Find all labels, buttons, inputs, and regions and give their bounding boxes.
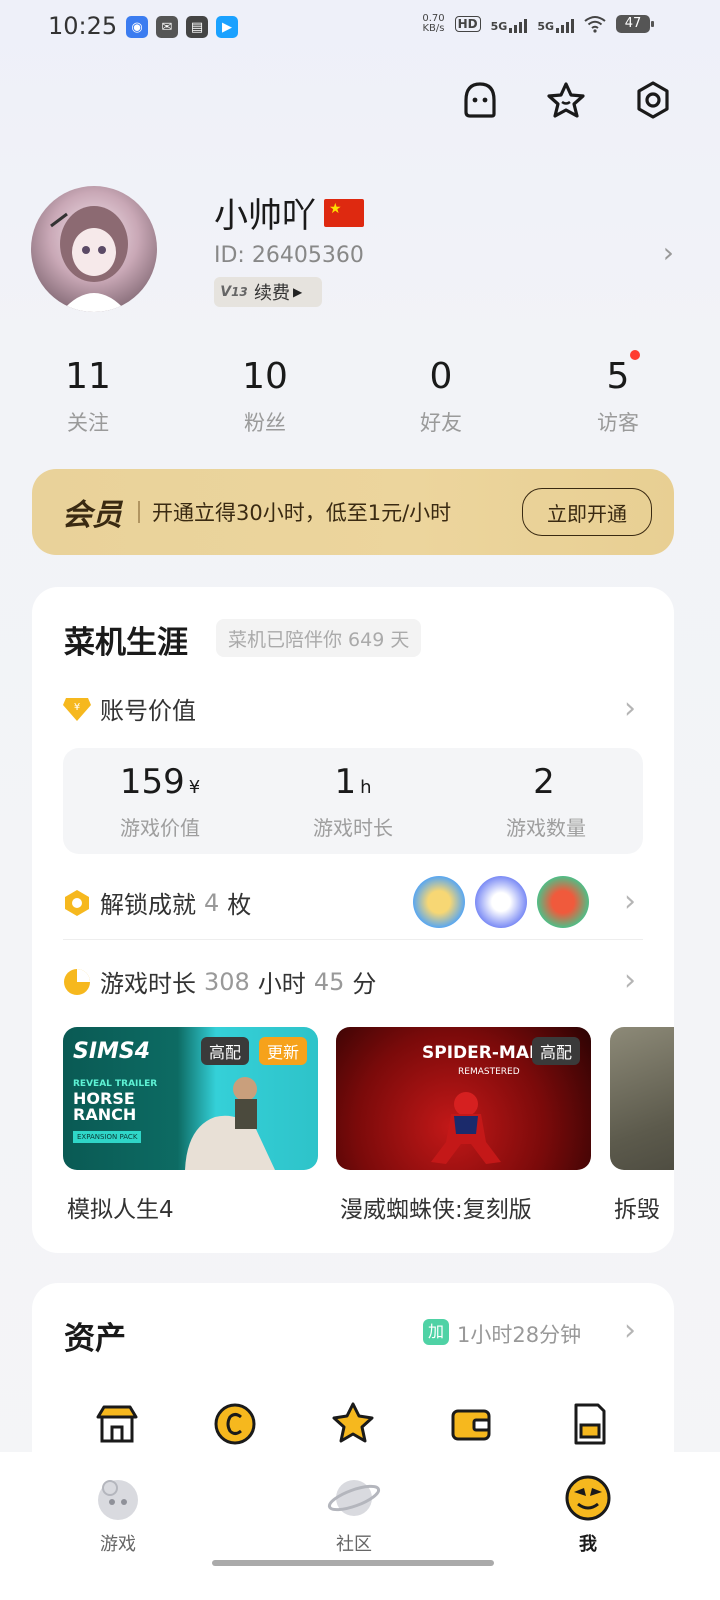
tag-high-spec: 高配 (201, 1037, 250, 1065)
wallet-icon[interactable] (448, 1401, 494, 1447)
sd-card-icon[interactable] (566, 1401, 612, 1447)
game-count: 2 游戏数量 (506, 762, 586, 840)
clock-icon (64, 968, 90, 995)
career-card: 菜机生涯 菜机已陪伴你 649 天 ¥ 账号价值 › 159 ¥ 游戏价值 1h … (32, 587, 674, 1253)
cover-subtitle: REVEAL TRAILER (73, 1079, 158, 1089)
game-card-spiderman[interactable]: SPIDER-MAN REMASTERED 高配 漫威蜘蛛侠:复刻版 (336, 1027, 591, 1224)
achievement-badge-calendar[interactable] (475, 876, 527, 928)
hexagon-achievement-icon (65, 889, 89, 916)
renew-button[interactable]: V 13 续费 ▶ (214, 277, 322, 307)
game-card-teardown[interactable]: 拆毁 (610, 1027, 674, 1224)
achievements-row[interactable]: 解锁成就 4 枚 (62, 885, 251, 920)
member-logo: 会员 (62, 498, 122, 533)
signal-bars-icon (556, 15, 574, 33)
game-name: 漫威蜘蛛侠:复刻版 (340, 1197, 532, 1223)
cover-subtitle: REMASTERED (458, 1067, 520, 1077)
play-time-chevron-icon[interactable]: › (624, 963, 636, 998)
stat-following[interactable]: 11 关注 (28, 356, 148, 437)
nav-me[interactable]: 我 (528, 1472, 648, 1556)
tag-updated: 更新 (259, 1037, 308, 1065)
sims-logo: SIMS4 (73, 1039, 151, 1064)
horse-rider-image (185, 1077, 275, 1170)
plus-badge-icon: 加 (423, 1319, 449, 1345)
signal-1: 5G (491, 15, 528, 33)
game-cover (610, 1027, 674, 1170)
game-value: 159 ¥ 游戏价值 (119, 762, 201, 840)
battery-icon: 47 (616, 15, 654, 33)
achievement-badge-gold[interactable] (413, 876, 465, 928)
spiderman-figure (431, 1092, 501, 1164)
status-time: 10:25 (48, 12, 118, 40)
divider (63, 939, 643, 940)
renew-label: 续费 (254, 283, 290, 304)
assets-chevron-icon[interactable]: › (624, 1313, 636, 1348)
stat-friends[interactable]: 0 好友 (381, 356, 501, 437)
wechat-icon: ✉ (156, 16, 178, 38)
video-app-icon: ▶ (216, 16, 238, 38)
user-id: ID: 26405360 (214, 243, 364, 268)
vip-level-badge: V 13 (220, 284, 248, 300)
bottom-nav: 游戏 社区 我 (0, 1452, 720, 1600)
cover-headline: HORSE RANCH (73, 1089, 137, 1124)
profile-chevron-right-icon[interactable]: › (663, 236, 674, 269)
username[interactable]: 小帅吖 ★ (214, 188, 364, 237)
svg-text:¥: ¥ (74, 702, 80, 713)
gamepad-icon (98, 1480, 138, 1520)
diamond-icon: ¥ (63, 697, 91, 721)
play-time-row[interactable]: 游戏时长 308 小时 45 分 (62, 964, 376, 999)
store-icon[interactable] (94, 1401, 140, 1447)
spiderman-logo: SPIDER-MAN (422, 1043, 544, 1063)
play-triangle-icon: ▶ (293, 285, 303, 299)
game-app-icon: ◉ (126, 16, 148, 38)
game-cover: SPIDER-MAN REMASTERED 高配 (336, 1027, 591, 1170)
star-icon[interactable] (544, 78, 588, 122)
career-title: 菜机生涯 (64, 625, 188, 661)
username-text: 小帅吖 (214, 196, 316, 236)
status-indicators: 0.70 KB/s HD 5G 5G 47 (422, 13, 654, 34)
open-member-button[interactable]: 立即开通 (522, 488, 652, 536)
hd-icon: HD (454, 16, 481, 32)
signal-2: 5G (537, 15, 574, 33)
game-card-sims4[interactable]: SIMS4 REVEAL TRAILER HORSE RANCH EXPANSI… (63, 1027, 318, 1224)
stat-fans[interactable]: 10 粉丝 (205, 356, 325, 437)
network-speed: 0.70 KB/s (422, 13, 445, 34)
avatar[interactable] (31, 186, 157, 312)
nav-games[interactable]: 游戏 (58, 1472, 178, 1556)
signal-bars-icon (509, 15, 528, 33)
member-description: 开通立得30小时，低至1元/小时 (152, 501, 452, 525)
cover-tag: EXPANSION PACK (73, 1131, 142, 1143)
visitor-notification-dot (630, 350, 640, 360)
planet-icon (327, 1480, 381, 1516)
value-box: 159 ¥ 游戏价值 1h 游戏时长 2 游戏数量 (63, 748, 643, 854)
stat-visitors[interactable]: 5 访客 (558, 356, 678, 437)
star-ticket-icon[interactable] (330, 1401, 376, 1447)
member-banner[interactable]: 会员 开通立得30小时，低至1元/小时 立即开通 (32, 469, 674, 555)
days-pill: 菜机已陪伴你 649 天 (216, 619, 422, 657)
ghost-icon[interactable] (458, 78, 502, 122)
settings-icon[interactable] (631, 78, 675, 122)
account-value-row[interactable]: ¥ 账号价值 (62, 691, 196, 726)
assets-time[interactable]: 1小时28分钟 (457, 1319, 581, 1349)
game-name: 模拟人生4 (67, 1197, 174, 1223)
china-flag-icon: ★ (324, 198, 364, 227)
home-indicator[interactable] (212, 1560, 494, 1566)
achievement-badge-robot[interactable] (537, 876, 589, 928)
calendar-icon: ▤ (186, 16, 208, 38)
achievements-chevron-icon[interactable]: › (624, 884, 636, 919)
game-name: 拆毁 (614, 1197, 660, 1223)
game-cover: SIMS4 REVEAL TRAILER HORSE RANCH EXPANSI… (63, 1027, 318, 1170)
game-duration: 1h 游戏时长 (313, 762, 393, 840)
coin-icon[interactable] (212, 1401, 258, 1447)
wifi-icon (584, 16, 606, 33)
account-value-chevron-icon[interactable]: › (624, 691, 636, 726)
nav-community[interactable]: 社区 (294, 1472, 414, 1556)
status-app-icons: ◉ ✉ ▤ ▶ (126, 16, 238, 38)
tag-high-spec: 高配 (532, 1037, 581, 1065)
me-face-icon (565, 1475, 611, 1521)
member-divider (138, 501, 140, 523)
assets-title: 资产 (64, 1321, 126, 1357)
